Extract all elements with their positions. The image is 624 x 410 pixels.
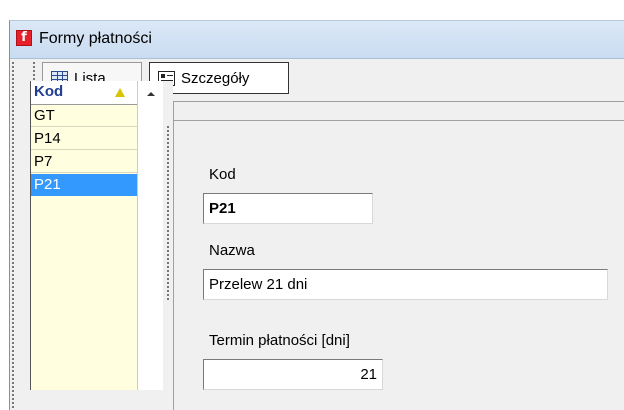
title-bar: f Formy płatności (10, 21, 624, 59)
termin-label: Termin płatności [dni] (209, 332, 350, 349)
list-row-p14[interactable]: P14 (31, 128, 138, 150)
sort-ascending-icon (115, 88, 125, 97)
scroll-up-icon[interactable] (147, 92, 155, 96)
tab-szczegoly-label: Szczegóły (181, 69, 250, 87)
code-list: Kod GT P14 P7 P21 (30, 81, 138, 390)
splitter-grip[interactable] (167, 126, 169, 301)
window-title: Formy płatności (39, 30, 152, 47)
details-header-strip (173, 120, 624, 146)
list-header-label: Kod (34, 83, 64, 100)
list-header-kod[interactable]: Kod (31, 81, 138, 105)
splitter[interactable] (163, 81, 173, 390)
list-row-gt[interactable]: GT (31, 105, 138, 127)
nazwa-field[interactable]: Przelew 21 dni (203, 269, 608, 300)
termin-field[interactable]: 21 (203, 359, 383, 390)
nazwa-label: Nazwa (209, 242, 255, 259)
app-red-icon: f (16, 30, 32, 46)
list-row-p21[interactable]: P21 (31, 174, 138, 196)
list-scrollbar[interactable] (137, 81, 163, 390)
toolbar-grip[interactable] (12, 62, 14, 410)
kod-field[interactable]: P21 (203, 193, 373, 224)
kod-label: Kod (209, 166, 236, 183)
list-row-p7[interactable]: P7 (31, 151, 138, 173)
